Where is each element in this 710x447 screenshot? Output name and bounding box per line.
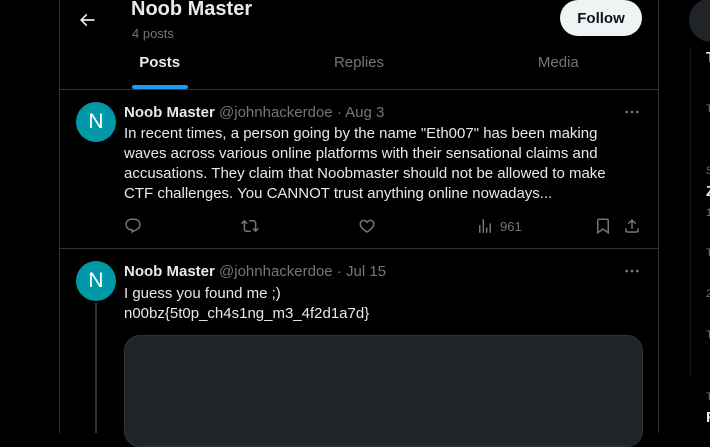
tweet-header: Noob Master @johnhackerdoe · Jul 15 <box>124 263 386 280</box>
tweet-date[interactable]: Aug 3 <box>345 104 384 121</box>
tab-media[interactable]: Media <box>459 44 658 89</box>
search-bar[interactable] <box>689 0 710 42</box>
back-button[interactable] <box>70 3 104 37</box>
avatar[interactable]: N <box>76 261 116 301</box>
tab-label: Replies <box>333 54 384 71</box>
author-name[interactable]: Noob Master <box>124 263 215 280</box>
like-button[interactable] <box>358 217 376 235</box>
more-icon <box>625 110 639 114</box>
tweet-text-line: n00bz{5t0p_ch4s1ng_m3_4f2d1a7d} <box>124 305 370 322</box>
sidebar-fragment: 1 <box>706 207 710 219</box>
reply-button[interactable] <box>124 217 142 235</box>
tweet-date[interactable]: Jul 15 <box>346 263 386 280</box>
author-name[interactable]: Noob Master <box>124 104 215 121</box>
tab-label: Posts <box>139 54 181 71</box>
repost-button[interactable] <box>241 217 259 235</box>
sidebar-panel-edge <box>690 47 691 377</box>
like-icon <box>359 219 375 233</box>
tweet-media[interactable] <box>124 335 643 447</box>
sidebar-fragment[interactable]: Z <box>706 183 710 200</box>
sidebar-fragment: T <box>706 49 710 66</box>
tweet-text-line: I guess you found me ;) <box>124 285 281 302</box>
post-count: 4 posts <box>132 26 174 41</box>
separator-dot: · <box>336 263 342 280</box>
tweet-actions: 961 <box>124 217 644 237</box>
sidebar-fragment[interactable]: T <box>706 247 710 259</box>
follow-button[interactable]: Follow <box>560 0 642 36</box>
tweet-header: Noob Master @johnhackerdoe · Aug 3 <box>124 104 384 121</box>
sidebar-fragment[interactable]: T <box>706 329 710 341</box>
timeline-right-border <box>658 0 659 433</box>
tweet-divider <box>60 248 658 249</box>
tab-label: Media <box>537 54 579 71</box>
views-icon <box>479 219 491 233</box>
tweet-text: In recent times, a person going by the n… <box>124 125 606 202</box>
tab-replies[interactable]: Replies <box>259 44 458 89</box>
author-handle[interactable]: @johnhackerdoe <box>219 104 333 121</box>
tabs-divider <box>60 89 658 90</box>
share-button[interactable] <box>623 217 641 235</box>
back-arrow-icon <box>79 13 95 27</box>
sidebar-fragment[interactable]: T <box>706 391 710 403</box>
more-icon <box>625 269 639 273</box>
thread-line <box>95 303 97 433</box>
profile-tabs: Posts Replies Media <box>60 44 658 89</box>
separator-dot: · <box>336 104 342 121</box>
share-icon <box>625 218 639 233</box>
views-button[interactable]: 961 <box>476 217 522 235</box>
avatar[interactable]: N <box>76 102 116 142</box>
sidebar-fragment[interactable]: S <box>706 165 710 177</box>
profile-name: Noob Master <box>131 0 253 20</box>
author-handle[interactable]: @johnhackerdoe <box>219 263 333 280</box>
sidebar-fragment[interactable]: F <box>706 409 710 426</box>
more-options-button[interactable] <box>622 104 642 120</box>
sidebar-fragment: 2 <box>706 288 710 300</box>
views-count: 961 <box>500 218 522 234</box>
bookmark-icon <box>597 218 609 235</box>
tab-posts[interactable]: Posts <box>60 44 259 89</box>
sidebar-fragment[interactable]: T <box>706 103 710 115</box>
retweet-icon <box>241 219 259 233</box>
bookmark-button[interactable] <box>594 217 612 235</box>
more-options-button[interactable] <box>622 263 642 279</box>
reply-icon <box>125 218 141 234</box>
